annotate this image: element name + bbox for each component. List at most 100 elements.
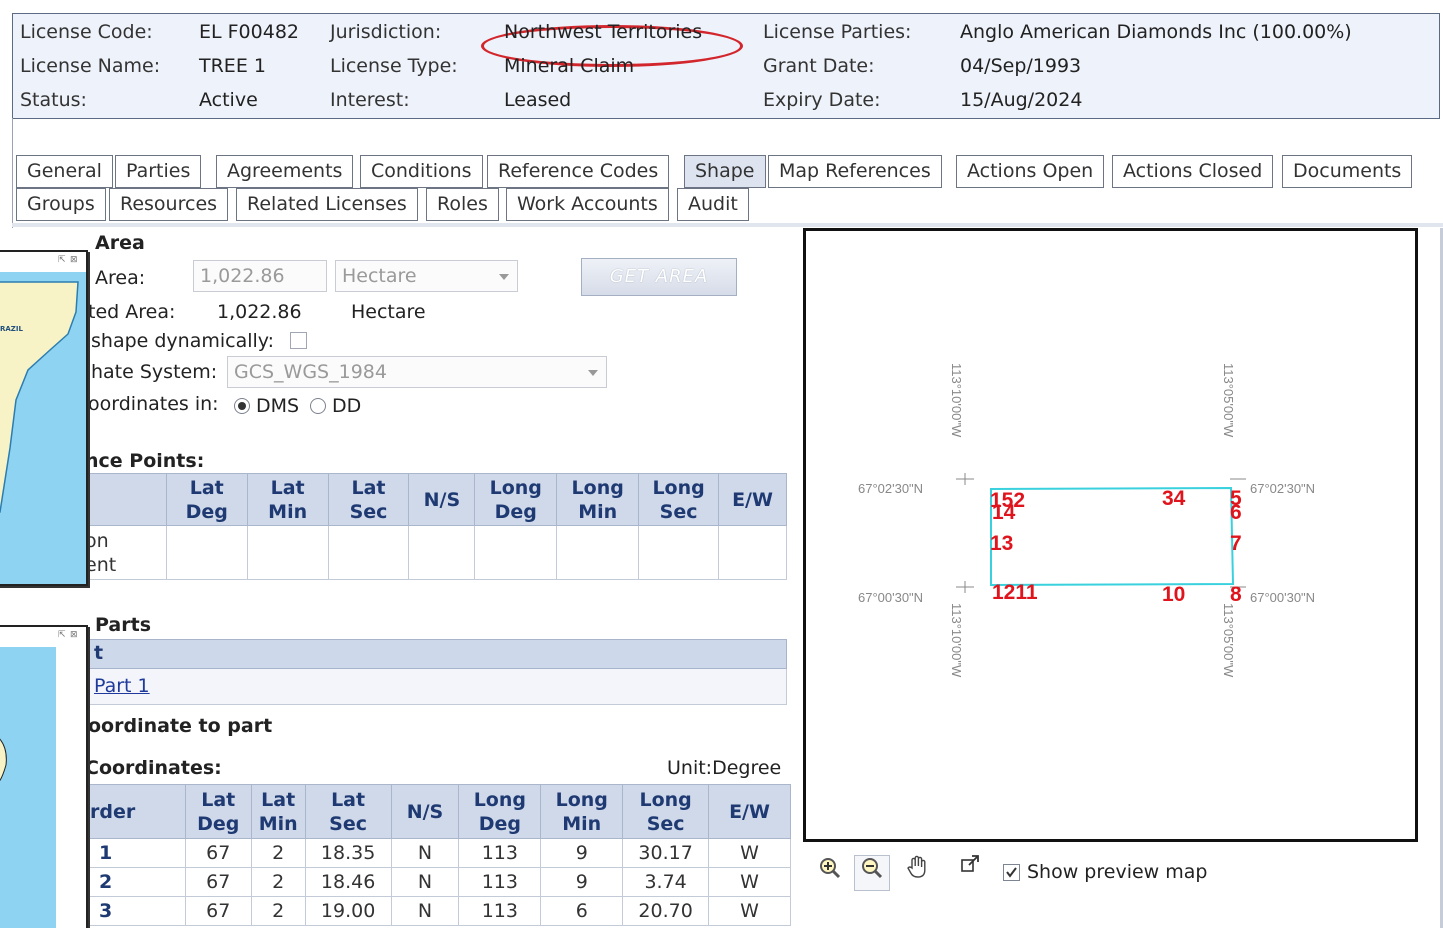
shape-area-title: Area [95,232,145,254]
lon-label-left-bottom: 113°10'00"W [949,603,964,678]
tab-documents[interactable]: Documents [1282,155,1413,188]
close-icon[interactable]: ⊠ [70,630,78,640]
coord-lat-sec: 18.46 [304,867,392,897]
ref-row-label-line2: ent [85,553,117,576]
coordinates-title: Coordinates: [85,757,222,779]
zoom-in-icon[interactable] [812,856,848,892]
zoom-out-icon[interactable] [854,855,890,891]
interest-label: Interest: [330,89,410,111]
coord-long-min: 9 [540,867,624,897]
thumbnail-titlebar: ⇱ ⊠ [0,252,86,272]
coord-ew: W [708,896,791,926]
expiry-date-label: Expiry Date: [763,89,881,111]
chevron-down-icon [499,274,509,280]
part-1-link[interactable]: Part 1 [94,675,150,697]
coord-header-long-sec: Long Sec [622,784,710,839]
show-preview-map-checkbox[interactable] [1003,864,1020,881]
shape-preview-svg: 67°02'30"N 67°02'30"N 67°00'30"N 67°00'3… [858,363,1315,678]
status-label: Status: [20,89,87,111]
coord-lat-min: 2 [250,838,306,868]
coord-header-long-deg: Long Deg [458,784,542,839]
chevron-down-icon [588,370,598,376]
area-label: Area: [95,267,146,289]
table-cell[interactable] [638,525,720,580]
tab-audit[interactable]: Audit [677,188,749,221]
table-cell[interactable] [408,525,476,580]
vertex-label: 10 [1162,583,1185,606]
popout-icon[interactable]: ⇱ [58,255,66,265]
table-cell[interactable] [165,525,248,580]
tab-agreements[interactable]: Agreements [216,155,354,188]
license-type-value: Mineral Claim [504,55,635,77]
coord-header-long-min: Long Min [540,784,624,839]
get-area-button[interactable]: GET AREA [581,258,737,296]
add-coordinate-title: oordinate to part [88,715,273,737]
dd-label: DD [332,395,362,417]
dd-radio[interactable] [310,398,326,414]
map-thumbnail-land [0,281,79,513]
table-cell[interactable] [327,525,410,580]
coord-system-value: GCS_WGS_1984 [234,361,387,383]
popout-icon[interactable]: ⇱ [58,630,66,640]
tab-roles[interactable]: Roles [426,188,499,221]
license-type-label: License Type: [330,55,458,77]
tab-groups[interactable]: Groups [16,188,106,221]
coord-order: 3 [80,896,186,926]
lat-label-top-right: 67°02'30"N [1250,481,1315,496]
ref-header-blank [80,473,167,526]
area-unit-select[interactable]: Hectare [335,260,518,292]
pan-hand-icon[interactable] [900,854,936,890]
tab-work-accounts[interactable]: Work Accounts [506,188,669,221]
table-row[interactable]: 1 67 2 18.35 N 113 9 30.17 W [80,838,791,868]
dynamic-shape-checkbox[interactable] [290,332,307,349]
coord-ew: W [708,867,791,897]
coord-system-select[interactable]: GCS_WGS_1984 [227,356,607,388]
map-thumbnail-bottom[interactable]: ⇱ ⊠ [0,625,88,928]
ref-header-ew: E/W [718,473,787,526]
coord-lat-deg: 67 [184,867,252,897]
coord-lat-sec: 19.00 [304,896,392,926]
close-icon[interactable]: ⊠ [70,255,78,265]
ref-header-long-sec: Long Sec [638,473,720,526]
tab-shape[interactable]: Shape [684,155,766,188]
vertex-label: 1211 [992,581,1038,604]
coord-ns: N [390,867,460,897]
tab-resources[interactable]: Resources [109,188,229,221]
table-row[interactable]: 2 67 2 18.46 N 113 9 3.74 W [80,867,791,897]
shape-preview-map[interactable]: 67°02'30"N 67°02'30"N 67°00'30"N 67°00'3… [803,228,1418,842]
table-cell[interactable] [556,525,640,580]
jurisdiction-value: Northwest Territories [504,21,703,43]
ref-header-lat-min: Lat Min [246,473,329,526]
dms-radio[interactable] [234,398,250,414]
status-value: Active [199,89,258,111]
tab-reference-codes[interactable]: Reference Codes [487,155,670,188]
table-cell[interactable] [718,525,787,580]
coord-long-sec: 20.70 [622,896,710,926]
table-cell[interactable] [474,525,558,580]
coord-lat-deg: 67 [184,838,252,868]
ref-header-ns: N/S [408,473,476,526]
grant-date-value: 04/Sep/1993 [960,55,1082,77]
unit-label: Unit:Degree [667,757,782,779]
tab-actions-open[interactable]: Actions Open [956,155,1105,188]
tab-conditions[interactable]: Conditions [360,155,483,188]
lat-label-top-left: 67°02'30"N [858,481,923,496]
map-thumbnail-top[interactable]: ⇱ ⊠ RAZIL [0,250,88,586]
parts-table-header: t [0,639,787,669]
tab-map-references[interactable]: Map References [768,155,942,188]
tab-parties[interactable]: Parties [115,155,202,188]
popout-icon[interactable] [952,852,988,888]
area-input[interactable]: 1,022.86 [193,260,327,292]
table-row[interactable]: 3 67 2 19.00 N 113 6 20.70 W [80,896,791,926]
table-cell[interactable] [246,525,329,580]
coord-system-label: hate System: [91,361,218,383]
jurisdiction-label: Jurisdiction: [330,21,442,43]
show-preview-map-label: Show preview map [1027,861,1208,883]
checkmark-icon [1006,867,1017,878]
lat-label-bottom-left: 67°00'30"N [858,590,923,605]
tab-general[interactable]: General [16,155,113,188]
tab-actions-closed[interactable]: Actions Closed [1112,155,1274,188]
tab-related-licenses[interactable]: Related Licenses [236,188,418,221]
license-name-value: TREE 1 [199,55,266,77]
calculated-area-unit: Hectare [351,301,426,323]
